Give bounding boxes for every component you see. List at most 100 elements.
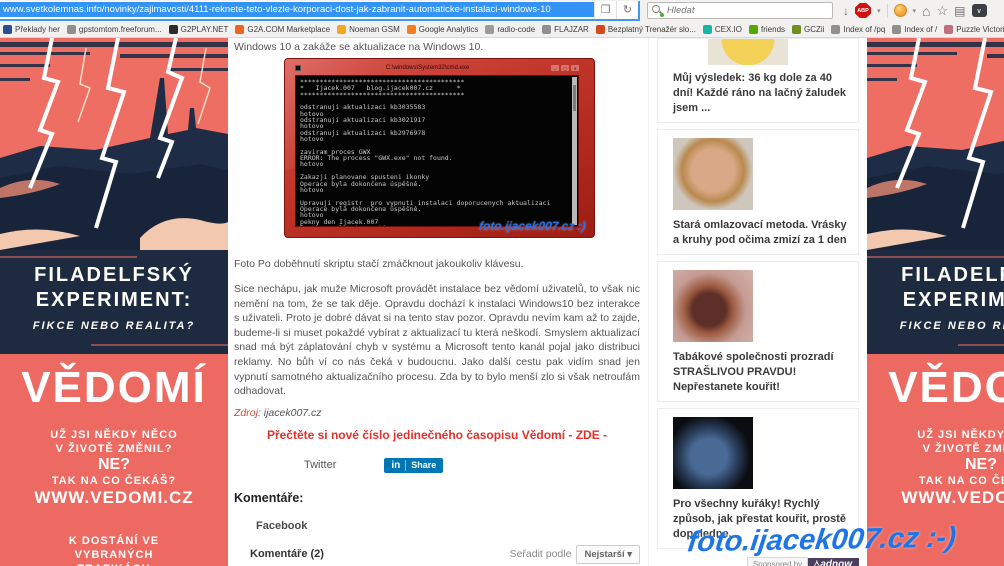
poster-question-1: UŽ JSI NĚKDY NĚCO — [867, 428, 1004, 442]
url-text[interactable]: www.svetkolemnas.info/novinky/zajimavost… — [0, 2, 594, 17]
poster-subtitle: FIKCE NEBO REALITA? — [867, 320, 1004, 332]
search-box[interactable] — [647, 2, 833, 19]
adblock-icon[interactable]: ABP — [855, 3, 871, 18]
maximize-icon: ▢ — [561, 65, 569, 71]
bookmark-favicon — [831, 25, 840, 34]
vedomi-poster-left[interactable]: FILADELFSKÝ EXPERIMENT: FIKCE NEBO REALI… — [0, 38, 228, 566]
image-watermark: foto.ijacek007.cz :) — [479, 219, 587, 233]
poster-question-4: TAK NA CO ČEKÁŠ? — [0, 474, 228, 488]
bookmark-item[interactable]: Index of / — [892, 25, 937, 34]
poster-site-url: WWW.VEDOMI.CZ — [0, 488, 228, 508]
bookmark-item[interactable]: CEX.IO — [703, 25, 742, 34]
poster-brand-block: VĚDOMÍ UŽ JSI NĚKDY NĚCO V ŽIVOTĚ ZMĚNIL… — [0, 354, 228, 566]
bookmark-item[interactable]: G2PLAY.NET — [169, 25, 229, 34]
bookmark-item[interactable]: Překlady her — [3, 25, 60, 34]
search-icon — [652, 5, 663, 16]
bookmark-item[interactable]: friends — [749, 25, 785, 34]
bookmark-item[interactable]: Puzzle Victoria Frances... — [944, 25, 1004, 34]
poster-ne: NE? — [867, 456, 1004, 474]
bookmark-label: gpstomtom.freeforum... — [79, 25, 162, 34]
bookmark-item[interactable]: Index of /pq — [831, 25, 885, 34]
bookmark-item[interactable]: FLAJZAR — [542, 25, 589, 34]
pocket-icon[interactable]: ∨ — [972, 4, 987, 17]
bookmark-favicon — [944, 25, 953, 34]
article-body: Sice nechápu, jak muže Microsoft provádě… — [234, 282, 640, 399]
bookmark-label: friends — [761, 25, 785, 34]
search-input[interactable] — [667, 5, 828, 16]
bookmark-item[interactable]: Google Analytics — [407, 25, 479, 34]
comments-toolbar: Komentáře (2) Seřadit podle Nejstarší ▾ — [234, 545, 640, 564]
bookmark-favicon — [749, 25, 758, 34]
bookmark-label: GCZii — [804, 25, 824, 34]
poster-title-block: FILADELFSKÝ EXPERIMENT: FIKCE NEBO REALI… — [867, 250, 1004, 354]
linkedin-share-label: Share — [406, 460, 436, 470]
bookmark-item[interactable]: Noeman GSM — [337, 25, 400, 34]
reload-button[interactable]: ↻ — [616, 1, 638, 19]
console-lines: ****************************************… — [300, 79, 570, 227]
poster-site-url: WWW.VEDOMI.CZ — [867, 488, 1004, 508]
ad-thumb-diet — [708, 39, 788, 65]
close-icon: ✕ — [571, 65, 579, 71]
bookmark-label: Bezplatný Trenažér slo... — [608, 25, 696, 34]
home-icon[interactable]: ⌂ — [922, 4, 930, 18]
ad-thumb-cigarette — [673, 270, 753, 342]
bookmark-label: Index of / — [904, 25, 937, 34]
cmd-window-icon — [295, 65, 301, 71]
ad-text[interactable]: Tabákové společnosti prozradí STRAŠLIVOU… — [658, 350, 858, 395]
bookmark-favicon — [596, 25, 605, 34]
bookmark-label: Index of /pq — [843, 25, 885, 34]
article-source: Zdroj: ijacek007.cz — [234, 407, 640, 419]
bookmark-item[interactable]: GCZii — [792, 25, 824, 34]
poster-question-2: V ŽIVOTĚ ZMĚNIL? — [0, 442, 228, 456]
linkedin-share-button[interactable]: in Share — [384, 458, 443, 473]
console-scrollbar — [572, 77, 577, 225]
bookmark-label: radio-code — [497, 25, 535, 34]
philadelphia-experiment-artwork — [0, 38, 228, 250]
bookmark-favicon — [485, 25, 494, 34]
poster-subtitle: FIKCE NEBO REALITA? — [0, 320, 228, 332]
ad-item[interactable]: Stará omlazovací metoda. Vrásky a kruhy … — [657, 129, 859, 255]
bookmarks-menu-icon[interactable]: ▤ — [954, 5, 965, 17]
ad-text[interactable]: Můj výsledek: 36 kg dole za 40 dní! Každ… — [658, 71, 858, 116]
ad-text[interactable]: Stará omlazovací metoda. Vrásky a kruhy … — [658, 218, 858, 248]
page: www.svetkolemnas.info/novinky/zajimavost… — [0, 0, 1004, 566]
twitter-share-link[interactable]: Twitter — [304, 459, 336, 471]
sort-label: Seřadit podle — [510, 548, 572, 560]
adblock-caret-icon[interactable]: ▾ — [877, 7, 881, 15]
bookmark-item[interactable]: Bezplatný Trenažér slo... — [596, 25, 696, 34]
bookmark-favicon — [542, 25, 551, 34]
emoji-addon-icon[interactable] — [894, 4, 907, 17]
bookmark-label: Noeman GSM — [349, 25, 400, 34]
poster-note-1: K DOSTÁNÍ VE — [0, 534, 228, 548]
photo-caption: Foto Po doběhnutí skriptu stačí zmáčknou… — [234, 258, 640, 270]
poster-question-4: TAK NA CO ČEKÁŠ? — [867, 474, 1004, 488]
bookmark-item[interactable]: gpstomtom.freeforum... — [67, 25, 162, 34]
add-search-engine-badge-icon — [659, 12, 665, 18]
bookmark-favicon — [3, 25, 12, 34]
bookmark-favicon — [792, 25, 801, 34]
sort-dropdown[interactable]: Nejstarší ▾ — [576, 545, 640, 564]
bookmark-item[interactable]: G2A.COM Marketplace — [235, 25, 330, 34]
share-row: Twitter in Share — [234, 458, 640, 473]
bookmark-favicon — [337, 25, 346, 34]
article-intro-tail: Windows 10 a zakáže se aktualizace na Wi… — [234, 41, 640, 53]
emoji-caret-icon[interactable]: ▾ — [913, 7, 917, 15]
download-icon[interactable]: ↓ — [843, 5, 849, 17]
bookmark-star-icon[interactable]: ☆ — [937, 4, 949, 17]
cmd-window-controls: ‒ ▢ ✕ — [551, 65, 579, 71]
adnow-logo[interactable]: ⧊adnow — [808, 558, 859, 566]
ad-item[interactable]: Tabákové společnosti prozradí STRAŠLIVOU… — [657, 261, 859, 402]
vedomi-poster-right[interactable]: FILADELFSKÝ EXPERIMENT: FIKCE NEBO REALI… — [867, 38, 1004, 566]
bookmark-label: CEX.IO — [715, 25, 742, 34]
poster-brand: VĚDOMÍ — [867, 362, 1004, 414]
source-link[interactable]: ijacek007.cz — [264, 407, 322, 419]
sponsored-label: Sponsored by — [747, 557, 808, 566]
reader-mode-button[interactable]: ❐ — [594, 1, 616, 19]
url-bar[interactable]: www.svetkolemnas.info/novinky/zajimavost… — [0, 1, 640, 21]
reload-icon: ↻ — [623, 3, 632, 16]
vedomi-promo-link[interactable]: Přečtěte si nové číslo jedinečného časop… — [234, 428, 640, 442]
navigation-toolbar: www.svetkolemnas.info/novinky/zajimavost… — [0, 0, 1004, 21]
bookmark-item[interactable]: radio-code — [485, 25, 535, 34]
facebook-tab[interactable]: Facebook — [234, 520, 640, 532]
ad-item[interactable]: Můj výsledek: 36 kg dole za 40 dní! Každ… — [657, 38, 859, 123]
